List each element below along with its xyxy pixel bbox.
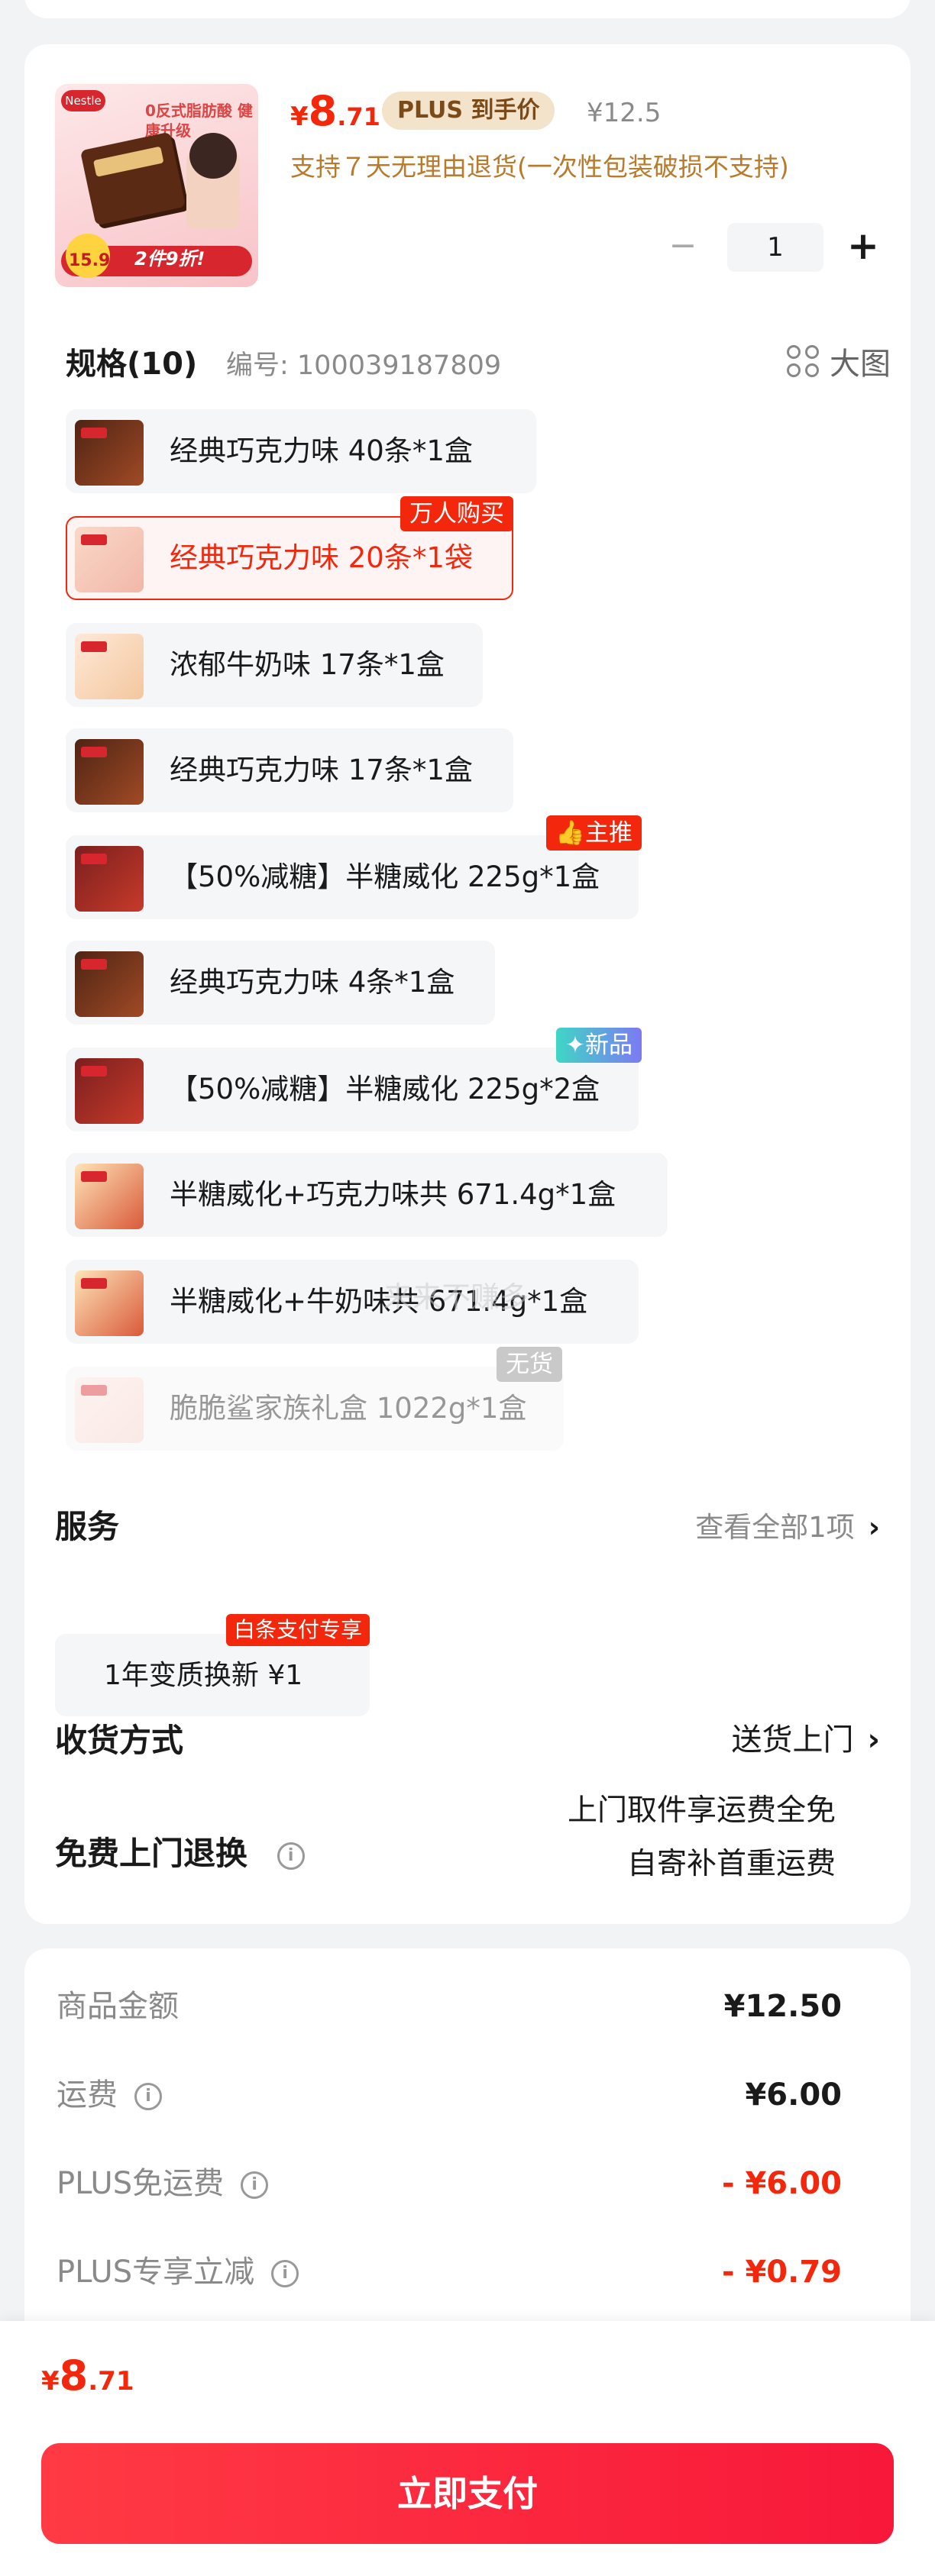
- original-price: ¥12.5: [587, 98, 662, 128]
- model-art: [186, 133, 240, 229]
- variant-label: 经典巧克力味 4条*1盒: [170, 966, 455, 999]
- service-title: 服务: [55, 1508, 120, 1545]
- variant-label: 经典巧克力味 40条*1盒: [170, 434, 473, 467]
- free-return-line1: 上门取件享运费全免: [567, 1793, 836, 1828]
- plus-price-tag: PLUS 到手价: [382, 92, 555, 130]
- delivery-method-selector[interactable]: 送货上门 ›: [732, 1715, 880, 1759]
- variant-option[interactable]: 浓郁牛奶味 17条*1盒: [66, 623, 483, 707]
- variant-option-selected[interactable]: 经典巧克力味 20条*1袋 万人购买: [66, 496, 513, 600]
- grid-view-icon: [787, 345, 819, 377]
- info-icon[interactable]: i: [277, 1842, 305, 1870]
- summary-value: - ¥6.00: [721, 2166, 842, 2201]
- pay-now-button[interactable]: 立即支付: [41, 2443, 894, 2544]
- price-currency: ¥: [290, 102, 309, 132]
- variant-thumbnail: [75, 1377, 144, 1443]
- variant-thumbnail: [75, 1270, 144, 1336]
- info-icon[interactable]: i: [241, 2171, 269, 2199]
- brand-logo: Nestle: [61, 90, 105, 111]
- variant-label: 半糖威化+巧克力味共 671.4g*1盒: [170, 1178, 616, 1211]
- price-integer: 8: [308, 87, 338, 135]
- checkout-bar: ¥ 8 .71 立即支付: [0, 2321, 935, 2576]
- return-policy-note: 支持７天无理由退货(一次性包装破损不支持): [290, 152, 789, 182]
- variant-label: 经典巧克力味 17条*1盒: [170, 754, 473, 786]
- variant-thumbnail: [75, 951, 144, 1017]
- summary-key-plus-shipping: PLUS免运费 i: [57, 2161, 269, 2206]
- total-decimal: .71: [88, 2366, 134, 2397]
- big-view-button[interactable]: 大图: [787, 339, 891, 383]
- free-return-line2: 自寄补首重运费: [626, 1847, 836, 1881]
- summary-key-shipping: 运费 i: [57, 2072, 162, 2118]
- variant-thumbnail: [75, 420, 144, 486]
- product-box-art: [79, 131, 186, 226]
- product-image[interactable]: Nestle 0反式脂肪酸 健康升级 15.9 2件9折!: [55, 84, 258, 287]
- summary-key: PLUS免运费: [57, 2166, 225, 2201]
- total-currency: ¥: [41, 2366, 60, 2397]
- product-code: 编号: 100039187809: [226, 350, 502, 381]
- quantity-input[interactable]: 1: [727, 223, 823, 272]
- summary-key: 运费: [57, 2077, 118, 2113]
- quantity-stepper: − 1 +: [660, 223, 889, 272]
- new-badge: ✦新品: [556, 1028, 642, 1063]
- price-decimal: .71: [337, 102, 380, 131]
- variant-option[interactable]: 经典巧克力味 4条*1盒: [66, 941, 495, 1025]
- free-return-title: 免费上门退换 i: [55, 1828, 305, 1874]
- delivery-method-value: 送货上门: [731, 1722, 854, 1758]
- summary-row-goods: 商品金额 ¥12.50: [57, 1984, 842, 2029]
- watermark: 来来不赚多: [383, 1280, 529, 1314]
- variant-thumbnail: [75, 739, 144, 805]
- variant-option-out-of-stock[interactable]: 脆脆鲨家族礼盒 1022g*1盒 无货: [66, 1347, 564, 1451]
- delivery-method-title: 收货方式: [55, 1722, 184, 1759]
- summary-row-shipping: 运费 i ¥6.00: [57, 2072, 842, 2118]
- view-all-label: 查看全部1项: [695, 1511, 855, 1544]
- spec-header: 规格(10) 编号: 100039187809 大图: [66, 334, 891, 383]
- view-all-services-link[interactable]: 查看全部1项 ›: [695, 1504, 880, 1545]
- previous-card: [24, 0, 911, 18]
- variant-label: 脆脆鲨家族礼盒 1022g*1盒: [170, 1392, 527, 1425]
- variant-option[interactable]: 半糖威化+牛奶味共 671.4g*1盒: [66, 1260, 639, 1344]
- chevron-right-icon: ›: [867, 1722, 880, 1758]
- decrease-button[interactable]: −: [660, 223, 706, 272]
- image-price: 15.9: [69, 251, 111, 270]
- variant-label: 【50%减糖】半糖威化 225g*1盒: [170, 860, 600, 893]
- recommended-badge: 👍主推: [546, 815, 642, 851]
- image-promo: 2件9折!: [134, 248, 205, 270]
- variant-thumbnail: [75, 1058, 144, 1124]
- bestseller-badge: 万人购买: [400, 496, 513, 531]
- increase-button[interactable]: +: [840, 223, 886, 272]
- product-card: Nestle 0反式脂肪酸 健康升级 15.9 2件9折! ¥ 8 .71 PL…: [24, 44, 911, 1924]
- summary-value: ¥6.00: [745, 2077, 842, 2113]
- spec-title: 规格(10): [66, 347, 198, 382]
- summary-value: ¥12.50: [723, 1989, 842, 2024]
- big-view-label: 大图: [830, 347, 891, 382]
- summary-key-plus-discount: PLUS专享立减 i: [57, 2249, 299, 2295]
- summary-key: 商品金额: [57, 1989, 179, 2024]
- plus-price: ¥ 8 .71: [290, 87, 380, 140]
- variant-option[interactable]: 经典巧克力味 40条*1盒: [66, 409, 536, 493]
- variant-thumbnail: [75, 846, 144, 912]
- variant-label: 浓郁牛奶味 17条*1盒: [170, 648, 445, 681]
- variant-option[interactable]: 半糖威化+巧克力味共 671.4g*1盒: [66, 1153, 668, 1237]
- chevron-right-icon: ›: [868, 1511, 880, 1544]
- variant-option[interactable]: 经典巧克力味 17条*1盒: [66, 728, 513, 812]
- variant-thumbnail: [75, 527, 144, 592]
- info-icon[interactable]: i: [134, 2083, 162, 2110]
- variant-option[interactable]: 【50%减糖】半糖威化 225g*1盒 👍主推: [66, 815, 642, 919]
- summary-row-plus-free-shipping: PLUS免运费 i - ¥6.00: [57, 2161, 842, 2206]
- variant-thumbnail: [75, 1164, 144, 1229]
- variant-thumbnail: [75, 634, 144, 699]
- summary-value: - ¥0.79: [721, 2255, 842, 2290]
- total-price: ¥ 8 .71: [41, 2352, 134, 2400]
- total-integer: 8: [59, 2352, 89, 2400]
- service-label: 1年变质换新 ¥1: [104, 1660, 303, 1691]
- summary-key: PLUS专享立减: [57, 2255, 255, 2290]
- variant-label: 【50%减糖】半糖威化 225g*2盒: [170, 1073, 600, 1106]
- free-return-label: 免费上门退换: [55, 1835, 248, 1872]
- out-of-stock-badge: 无货: [497, 1347, 562, 1382]
- summary-row-plus-discount: PLUS专享立减 i - ¥0.79: [57, 2249, 842, 2295]
- info-icon[interactable]: i: [271, 2260, 299, 2287]
- variant-option[interactable]: 【50%减糖】半糖威化 225g*2盒 ✦新品: [66, 1028, 642, 1131]
- baitiao-exclusive-badge: 白条支付专享: [225, 1614, 370, 1646]
- service-option[interactable]: 1年变质换新 ¥1 白条支付专享: [55, 1614, 370, 1716]
